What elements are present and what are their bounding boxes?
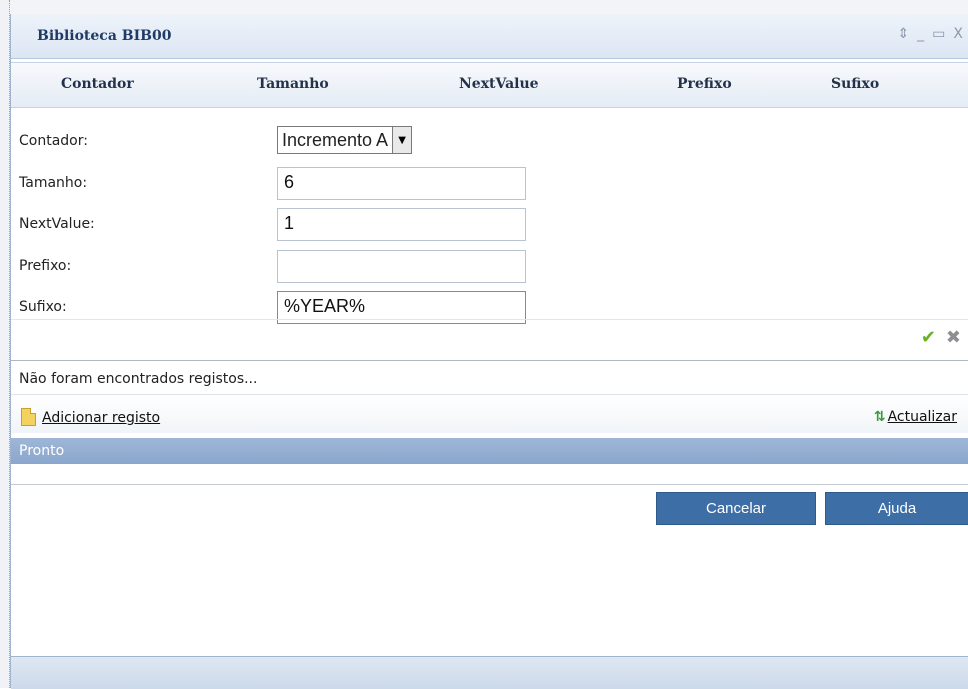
restore-icon[interactable]: ⇕: [897, 26, 909, 42]
edit-form: Contador: Incremento A ▼ Tamanho: 6 Next…: [11, 107, 968, 361]
add-record-label[interactable]: Adicionar registo: [42, 410, 160, 426]
desktop-left-edge: [0, 0, 10, 688]
refresh-label[interactable]: Actualizar: [888, 409, 957, 425]
column-header-prefixo[interactable]: Prefixo: [677, 76, 732, 92]
contador-select-value[interactable]: Incremento A: [277, 126, 393, 154]
status-text: Pronto: [19, 443, 65, 459]
form-actions: ✔ ✖: [921, 327, 961, 348]
new-document-icon: [21, 408, 36, 426]
empty-message: Não foram encontrados registos...: [19, 371, 258, 387]
nextvalue-input[interactable]: 1: [277, 208, 526, 241]
grid-toolbar: Adicionar registo ⇅ Actualizar: [11, 394, 968, 433]
checkmark-icon[interactable]: ✔: [921, 327, 936, 348]
window-footer: [11, 656, 968, 689]
form-row-contador: Contador: Incremento A ▼: [19, 123, 959, 159]
maximize-icon[interactable]: ▭: [932, 26, 945, 42]
add-record-link[interactable]: Adicionar registo: [21, 402, 160, 426]
contador-select[interactable]: Incremento A ▼: [277, 125, 413, 155]
dialog-window: Biblioteca BIB00 ⇕ _ ▭ X Contador Tamanh…: [10, 14, 968, 689]
form-row-tamanho: Tamanho: 6: [19, 165, 959, 201]
window-controls: ⇕ _ ▭ X: [897, 26, 963, 42]
status-bar: Pronto: [11, 438, 968, 464]
refresh-link[interactable]: ⇅ Actualizar: [874, 409, 957, 425]
help-button[interactable]: Ajuda: [825, 492, 968, 525]
column-header-nextvalue[interactable]: NextValue: [459, 76, 539, 92]
prefixo-label: Prefixo:: [19, 258, 72, 274]
nextvalue-label: NextValue:: [19, 216, 95, 232]
desktop-top-strip: [0, 0, 968, 14]
form-divider: [11, 319, 968, 320]
title-bar[interactable]: Biblioteca BIB00 ⇕ _ ▭ X: [11, 14, 968, 59]
minimize-icon[interactable]: _: [917, 26, 924, 42]
column-header-sufixo[interactable]: Sufixo: [831, 76, 879, 92]
section-divider: [11, 484, 968, 485]
chevron-down-icon[interactable]: ▼: [392, 126, 413, 154]
tamanho-label: Tamanho:: [19, 175, 88, 191]
prefixo-input[interactable]: [277, 250, 526, 283]
form-row-nextvalue: NextValue: 1: [19, 206, 959, 242]
column-header-contador[interactable]: Contador: [61, 76, 134, 92]
cancel-icon[interactable]: ✖: [946, 327, 961, 348]
grid-header: Contador Tamanho NextValue Prefixo Sufix…: [11, 62, 968, 108]
close-icon[interactable]: X: [953, 26, 963, 42]
contador-label: Contador:: [19, 133, 88, 149]
refresh-icon: ⇅: [873, 409, 886, 425]
form-row-prefixo: Prefixo:: [19, 248, 959, 284]
cancel-button[interactable]: Cancelar: [656, 492, 816, 525]
sufixo-label: Sufixo:: [19, 299, 67, 315]
tamanho-input[interactable]: 6: [277, 167, 526, 200]
window-title: Biblioteca BIB00: [37, 28, 172, 44]
column-header-tamanho[interactable]: Tamanho: [257, 76, 329, 92]
